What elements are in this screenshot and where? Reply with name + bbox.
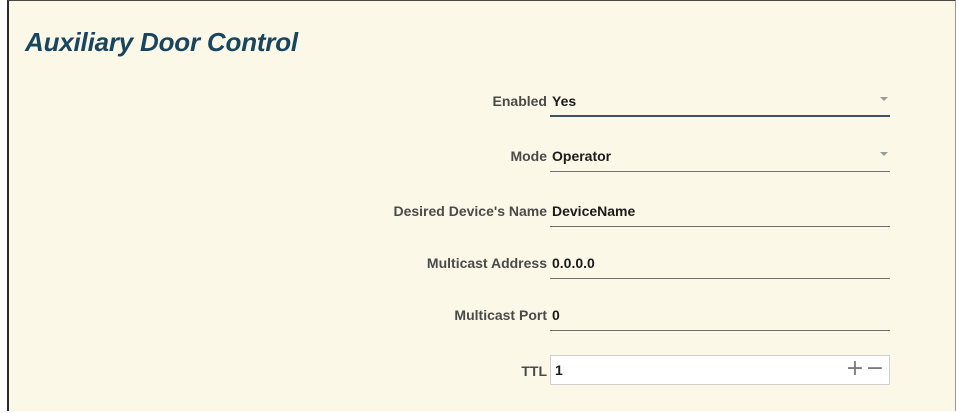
multicast-address-label: Multicast Address [426, 255, 547, 271]
enabled-label: Enabled [492, 93, 547, 109]
device-name-row: Desired Device's Name DeviceName [9, 195, 955, 229]
multicast-address-value: 0.0.0.0 [552, 255, 595, 271]
enabled-row: Enabled Yes [9, 85, 955, 119]
enabled-select[interactable]: Yes [550, 85, 890, 117]
multicast-port-value: 0 [552, 307, 560, 323]
multicast-address-input[interactable]: 0.0.0.0 [550, 247, 890, 279]
multicast-port-row: Multicast Port 0 [9, 299, 955, 333]
auxiliary-door-control-panel: Auxiliary Door Control Enabled Yes Mode … [7, 0, 956, 411]
mode-row: Mode Operator [9, 140, 955, 174]
chevron-down-icon [880, 97, 888, 101]
multicast-address-row: Multicast Address 0.0.0.0 [9, 247, 955, 281]
plus-icon[interactable]: + [845, 358, 865, 382]
device-name-label: Desired Device's Name [393, 203, 547, 219]
ttl-value[interactable]: 1 [555, 362, 563, 378]
panel-title: Auxiliary Door Control [25, 27, 298, 57]
mode-select[interactable]: Operator [550, 140, 890, 172]
enabled-value: Yes [552, 93, 577, 109]
device-name-value: DeviceName [552, 203, 636, 219]
chevron-down-icon [880, 152, 888, 156]
mode-value: Operator [552, 148, 612, 164]
device-name-input[interactable]: DeviceName [550, 195, 890, 227]
ttl-stepper[interactable]: 1 + − [550, 355, 890, 385]
multicast-port-input[interactable]: 0 [550, 299, 890, 331]
mode-label: Mode [510, 148, 547, 164]
ttl-row: TTL 1 + − [9, 355, 955, 389]
minus-icon[interactable]: − [865, 358, 885, 382]
multicast-port-label: Multicast Port [454, 307, 547, 323]
ttl-label: TTL [521, 363, 547, 379]
